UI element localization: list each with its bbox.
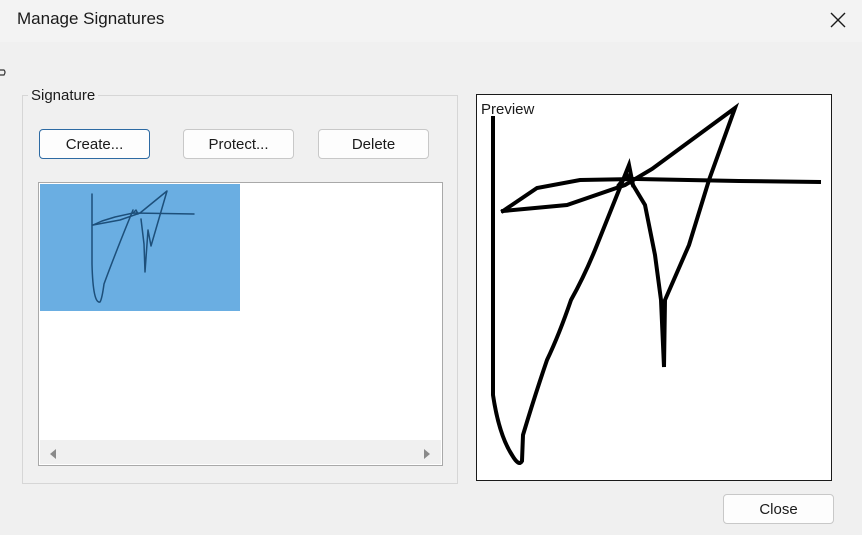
title-bar: Manage Signatures: [0, 0, 862, 42]
horizontal-scrollbar[interactable]: [40, 440, 441, 464]
delete-signature-button[interactable]: Delete: [318, 129, 429, 159]
background-window-edge-glyph: [0, 66, 6, 76]
signature-thumbnail-image: [91, 190, 195, 303]
scroll-left-arrow-icon[interactable]: [48, 447, 58, 459]
close-icon[interactable]: [822, 6, 854, 34]
dialog-title: Manage Signatures: [17, 9, 165, 28]
signature-preview-image: [491, 102, 822, 465]
create-signature-button[interactable]: Create...: [39, 129, 150, 159]
signature-list[interactable]: [38, 182, 443, 466]
manage-signatures-dialog: Manage Signatures Signature Create... Pr…: [0, 0, 862, 535]
signature-list-item-selected[interactable]: [40, 184, 240, 311]
close-button[interactable]: Close: [723, 494, 834, 524]
scroll-right-arrow-icon[interactable]: [422, 447, 432, 459]
signature-preview-panel: Preview: [476, 94, 832, 481]
signature-group-label: Signature: [28, 87, 99, 104]
protect-signature-button[interactable]: Protect...: [183, 129, 294, 159]
